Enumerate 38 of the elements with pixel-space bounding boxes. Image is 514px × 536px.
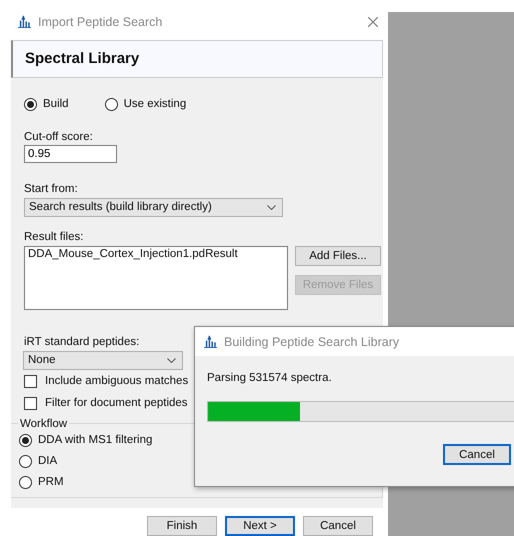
radio-label: DIA (38, 455, 58, 468)
checkbox[interactable] (24, 396, 37, 410)
field-label: Cut-off score: (24, 130, 93, 143)
irt-dropdown[interactable]: None (23, 350, 183, 370)
field-label: Start from: (24, 182, 78, 195)
field-label: iRT standard peptides: (24, 336, 140, 348)
group-label: Workflow (19, 418, 68, 430)
radio-label: Use existing (124, 98, 186, 110)
spectrum-icon (203, 335, 218, 348)
checkbox[interactable] (24, 374, 37, 388)
radio-button[interactable] (24, 98, 37, 111)
radio-button[interactable] (19, 434, 32, 447)
field-label: Result files: (24, 230, 84, 243)
start-from-dropdown[interactable]: Search results (build library directly) (24, 198, 283, 217)
radio-label: Build (43, 98, 69, 110)
dialog-button[interactable]: Cancel (303, 516, 373, 536)
checkbox-label: Include ambiguous matches (45, 375, 188, 388)
cutoff-field[interactable]: 0.95 (24, 144, 117, 163)
radio-label: DDA with MS1 filtering (38, 434, 152, 446)
checkbox-label: Filter for document peptides (45, 397, 188, 410)
status-message: Parsing 531574 spectra. (207, 372, 333, 384)
file-list[interactable]: DDA_Mouse_Cortex_Injection1.pdResult (24, 246, 288, 310)
spectrum-icon (17, 15, 32, 28)
dialog-button[interactable]: Next > (225, 516, 295, 536)
chevron-down-icon (167, 358, 176, 363)
radio-button[interactable] (19, 476, 32, 489)
dialog-title: Building Peptide Search Library (224, 334, 400, 348)
radio-button[interactable] (104, 98, 118, 111)
window-title: Import Peptide Search (38, 14, 162, 29)
file-item[interactable]: DDA_Mouse_Cortex_Injection1.pdResult (28, 248, 284, 260)
cancel-button[interactable]: Cancel (443, 444, 511, 465)
chevron-down-icon (267, 204, 276, 210)
page-title: Spectral Library (25, 50, 140, 68)
file-button[interactable]: Add Files... (295, 246, 381, 266)
dialog-button[interactable]: Finish (147, 516, 217, 536)
close-icon[interactable] (368, 16, 378, 27)
radio-label: PRM (38, 476, 64, 488)
radio-button[interactable] (19, 454, 32, 468)
